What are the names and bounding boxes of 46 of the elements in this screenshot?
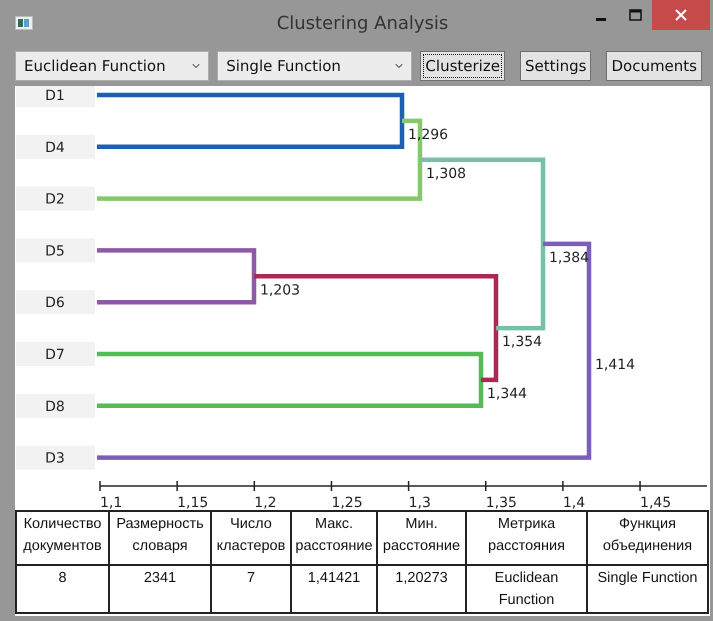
merge-distance-label: 1,203 bbox=[260, 282, 300, 298]
table-cell: 1,20273 bbox=[377, 565, 466, 613]
table-cell: Euclidean Function bbox=[466, 565, 587, 613]
table-cell: 7 bbox=[211, 565, 291, 613]
leaf-label: D3 bbox=[16, 446, 95, 470]
column-header: Количество документов bbox=[16, 511, 109, 565]
window-title: Clustering Analysis bbox=[276, 12, 450, 34]
column-header: Число кластеров bbox=[211, 511, 291, 565]
merge-distance-label: 1,308 bbox=[426, 166, 466, 182]
column-header: Мин. расстояние bbox=[377, 511, 466, 565]
leaf-label: D4 bbox=[16, 134, 95, 159]
close-icon bbox=[675, 9, 687, 21]
tick-label: 1,1 bbox=[100, 495, 122, 510]
dropdown[interactable]: Euclidean Function bbox=[15, 51, 210, 81]
merge-distance-label: 1,354 bbox=[502, 334, 542, 350]
table-cell: 2341 bbox=[109, 565, 211, 613]
tick-label: 1,3 bbox=[408, 495, 431, 510]
minimize-icon bbox=[596, 18, 606, 20]
leaf-label: D5 bbox=[16, 238, 95, 262]
leaf-label: D6 bbox=[16, 290, 95, 314]
dropdown[interactable]: Single Function bbox=[217, 51, 412, 81]
tick-label: 1,25 bbox=[331, 495, 363, 510]
leaf-label: D2 bbox=[16, 186, 95, 211]
tick-label: 1,15 bbox=[177, 495, 208, 510]
tick-label: 1,35 bbox=[486, 495, 517, 510]
column-header: Макс. расстояние bbox=[291, 511, 377, 565]
merge-distance-label: 1,344 bbox=[487, 386, 528, 402]
tick-label: 1,4 bbox=[562, 495, 586, 510]
toolbar-button[interactable]: Documents bbox=[606, 51, 702, 81]
column-header: Метрика расстояния bbox=[466, 511, 587, 565]
table-cell: 1,41421 bbox=[291, 565, 377, 613]
leaf-label: D1 bbox=[16, 86, 95, 107]
column-header: Функция объединения bbox=[587, 511, 708, 565]
toolbar-button[interactable]: Clusterize bbox=[420, 51, 505, 81]
table-cell: Single Function bbox=[587, 565, 708, 613]
leaf-label: D8 bbox=[16, 394, 95, 418]
app-icon bbox=[15, 16, 33, 30]
maximize-icon bbox=[628, 9, 642, 21]
toolbar-button[interactable]: Settings bbox=[520, 51, 592, 81]
table-cell: 8 bbox=[16, 565, 109, 613]
leaf-label: D7 bbox=[16, 342, 95, 366]
tick-label: 1,2 bbox=[254, 495, 277, 510]
merge-distance-label: 1,414 bbox=[595, 356, 636, 373]
column-header: Размерность словаря bbox=[109, 511, 211, 565]
tick-label: 1,45 bbox=[640, 495, 672, 510]
close-button[interactable] bbox=[652, 0, 710, 30]
